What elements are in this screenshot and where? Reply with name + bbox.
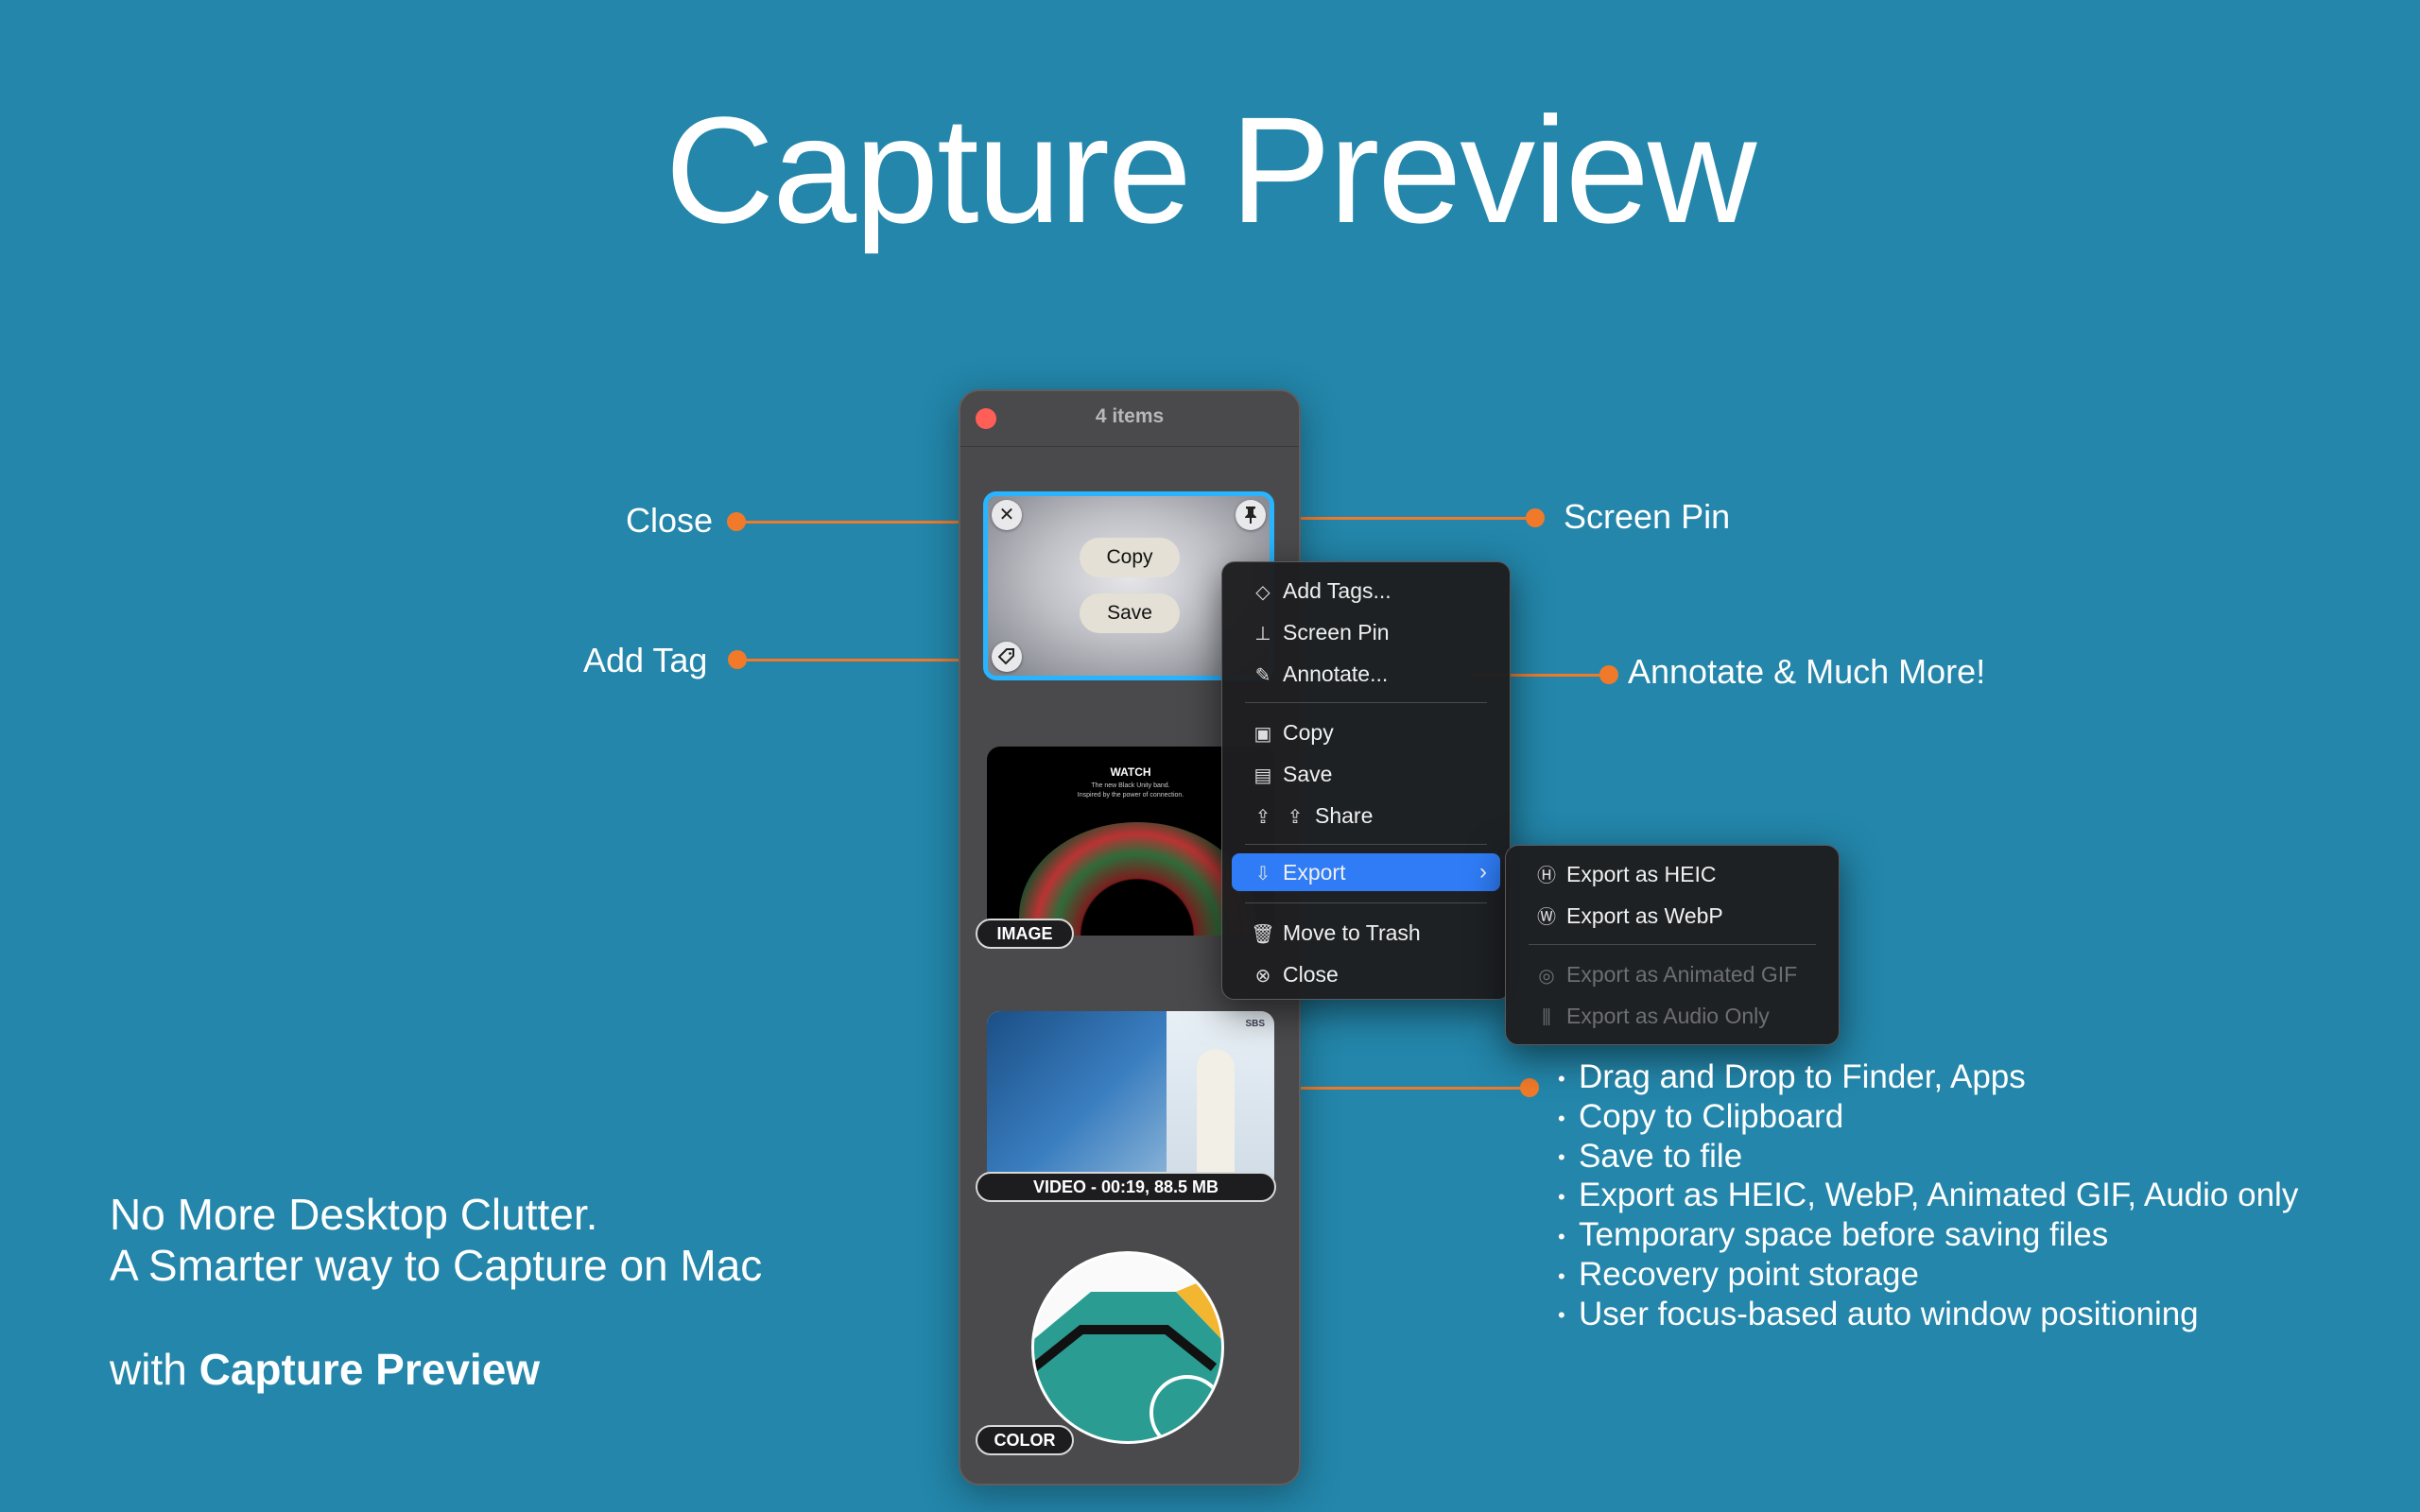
save-button[interactable]: Save: [1080, 593, 1180, 633]
pin-icon[interactable]: [1236, 500, 1266, 530]
menu-item-share[interactable]: ⇪ ⇪ Share: [1232, 797, 1500, 834]
presenter-figure: [1197, 1049, 1235, 1181]
callout-add-tag-label: Add Tag: [583, 641, 708, 679]
context-menu: ◇ Add Tags... ⊥ Screen Pin ✎ Annotate... ▣ C…: [1221, 561, 1511, 1000]
feature-item: • Drag and Drop to Finder, Apps: [1558, 1058, 2026, 1095]
export-submenu: Ⓗ Export as HEIC Ⓦ Export as WebP ◎ Export …: [1505, 845, 1840, 1045]
broadcast-logo: SBS: [1245, 1019, 1265, 1029]
callout-screen-pin-dot: [1526, 508, 1545, 527]
close-icon[interactable]: ✕: [992, 500, 1022, 530]
feature-item: • Recovery point storage: [1558, 1255, 1919, 1293]
tagline-with: with Capture Preview: [110, 1345, 541, 1394]
callout-features-dot: [1520, 1078, 1539, 1097]
menu-item-add-tags[interactable]: ◇ Add Tags...: [1232, 572, 1500, 610]
menu-separator: [1245, 902, 1487, 903]
menu-separator: [1245, 702, 1487, 703]
submenu-item-export-webp[interactable]: Ⓦ Export as WebP: [1515, 897, 1829, 935]
submenu-item-export-gif[interactable]: ◎ Export as Animated GIF: [1515, 955, 1829, 993]
pencil-icon: ✎: [1254, 665, 1271, 686]
gif-icon: ◎: [1538, 966, 1555, 987]
clipboard-icon: ▣: [1253, 724, 1272, 745]
feature-item: • Temporary space before saving files: [1558, 1216, 2109, 1253]
trash-icon: 🗑: [1251, 924, 1275, 945]
share-icon-secondary: ⇪: [1287, 807, 1304, 828]
callout-screen-pin-label: Screen Pin: [1564, 497, 1731, 536]
menu-item-annotate[interactable]: ✎ Annotate...: [1232, 655, 1500, 693]
video-badge: VIDEO - 00:19, 88.5 MB: [976, 1172, 1276, 1202]
page-title: Capture Preview: [665, 85, 1757, 254]
item-count: 4 items: [1095, 405, 1165, 427]
feature-item: • Save to file: [1558, 1137, 1743, 1175]
weather-map-image: [987, 1011, 1167, 1191]
tagline-line1: No More Desktop Clutter.: [110, 1190, 598, 1239]
feature-item: • Copy to Clipboard: [1558, 1097, 1844, 1135]
capture-thumbnail-video[interactable]: SBS: [987, 1011, 1274, 1191]
menu-item-export[interactable]: ⇩ Export ›: [1232, 853, 1500, 891]
menu-item-move-to-trash[interactable]: 🗑 Move to Trash: [1232, 914, 1500, 952]
archive-icon: ▤: [1253, 765, 1272, 786]
sampled-color-swatch: [1150, 1375, 1221, 1441]
callout-close-label: Close: [626, 501, 714, 540]
tag-icon: ◇: [1255, 582, 1270, 603]
tag-icon[interactable]: [992, 642, 1022, 672]
color-badge: COLOR: [976, 1425, 1074, 1455]
menu-item-copy[interactable]: ▣ Copy: [1232, 713, 1500, 751]
chevron-right-icon: ›: [1479, 859, 1487, 885]
waveform-icon: ⫼: [1542, 1007, 1551, 1028]
menu-item-save[interactable]: ▤ Save: [1232, 755, 1500, 793]
capture-thumbnail-color[interactable]: [1031, 1251, 1224, 1444]
tagline-line2: A Smarter way to Capture on Mac: [110, 1241, 763, 1290]
menu-item-screen-pin[interactable]: ⊥ Screen Pin: [1232, 613, 1500, 651]
image-badge: IMAGE: [976, 919, 1074, 949]
webp-icon: Ⓦ: [1537, 907, 1556, 928]
callout-annotate-dot: [1599, 665, 1618, 684]
callout-annotate-label: Annotate & Much More!: [1628, 652, 1986, 691]
menu-item-close[interactable]: ⊗ Close: [1232, 955, 1500, 993]
callout-screen-pin-line: [1263, 517, 1535, 520]
heic-icon: Ⓗ: [1537, 866, 1556, 886]
callout-features-line: [1263, 1087, 1530, 1090]
panel-header: 4 items: [960, 391, 1299, 447]
share-icon: ⇪: [1254, 807, 1271, 828]
menu-separator: [1245, 844, 1487, 845]
close-circle-icon: ⊗: [1254, 966, 1271, 987]
feature-item: • Export as HEIC, WebP, Animated GIF, Aud…: [1558, 1177, 2299, 1214]
feature-list: • Drag and Drop to Finder, Apps • Copy to …: [1558, 1058, 2298, 1334]
copy-button[interactable]: Copy: [1080, 538, 1180, 577]
export-icon: ⇩: [1254, 864, 1271, 885]
submenu-separator: [1529, 944, 1816, 945]
pin-icon: ⊥: [1254, 624, 1271, 644]
submenu-item-export-heic[interactable]: Ⓗ Export as HEIC: [1515, 855, 1829, 893]
submenu-item-export-audio[interactable]: ⫼ Export as Audio Only: [1515, 997, 1829, 1035]
feature-item: • User focus-based auto window positionin…: [1558, 1295, 2199, 1332]
product-name: Capture Preview: [199, 1345, 541, 1394]
